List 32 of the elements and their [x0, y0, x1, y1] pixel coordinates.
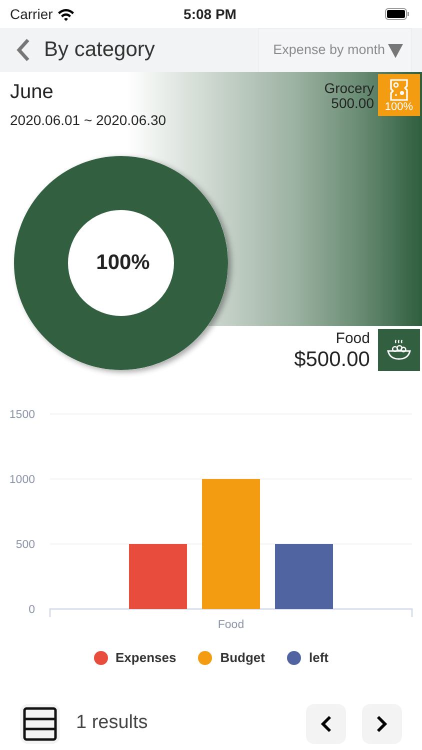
axis-tick-label: 1500 [9, 409, 35, 421]
legend-label: Expenses [116, 649, 176, 667]
cheese-icon [388, 78, 410, 102]
chevron-left-icon[interactable] [320, 714, 332, 732]
donut-center-label: 100% [95, 252, 151, 273]
next-button[interactable] [362, 704, 402, 744]
previous-button[interactable] [306, 704, 346, 744]
bar [129, 544, 187, 609]
period-dropdown[interactable]: Expense by month [258, 28, 412, 72]
legend-label: left [308, 649, 328, 667]
axis-tick-label: 0 [28, 604, 35, 616]
category-name: Grocery [324, 81, 374, 96]
caret-icon [388, 44, 403, 58]
chevron-right-icon[interactable] [376, 714, 388, 732]
wifi-icon [56, 8, 75, 20]
carrier-label: Carrier [10, 4, 53, 24]
date-range: 2020.06.01 ~ 2020.06.30 [9, 111, 166, 130]
category-amount: $500.00 [294, 348, 370, 370]
axis-tick-label: 1000 [9, 474, 35, 486]
percent-label: 100% [384, 102, 414, 112]
month-title: June [9, 80, 54, 102]
category-amount: 500.00 [331, 96, 374, 110]
bar [275, 544, 333, 609]
category-name: Food [334, 330, 370, 346]
axis-tick-label: 500 [16, 539, 35, 551]
results-count: 1 results [76, 711, 149, 736]
axis-category-label: Food [218, 619, 244, 631]
page-title: By category [44, 37, 156, 64]
status-time: 5:08 PM [184, 6, 236, 22]
battery-icon [385, 8, 410, 20]
legend-label: Budget [220, 649, 265, 667]
bowl-icon [386, 339, 412, 361]
